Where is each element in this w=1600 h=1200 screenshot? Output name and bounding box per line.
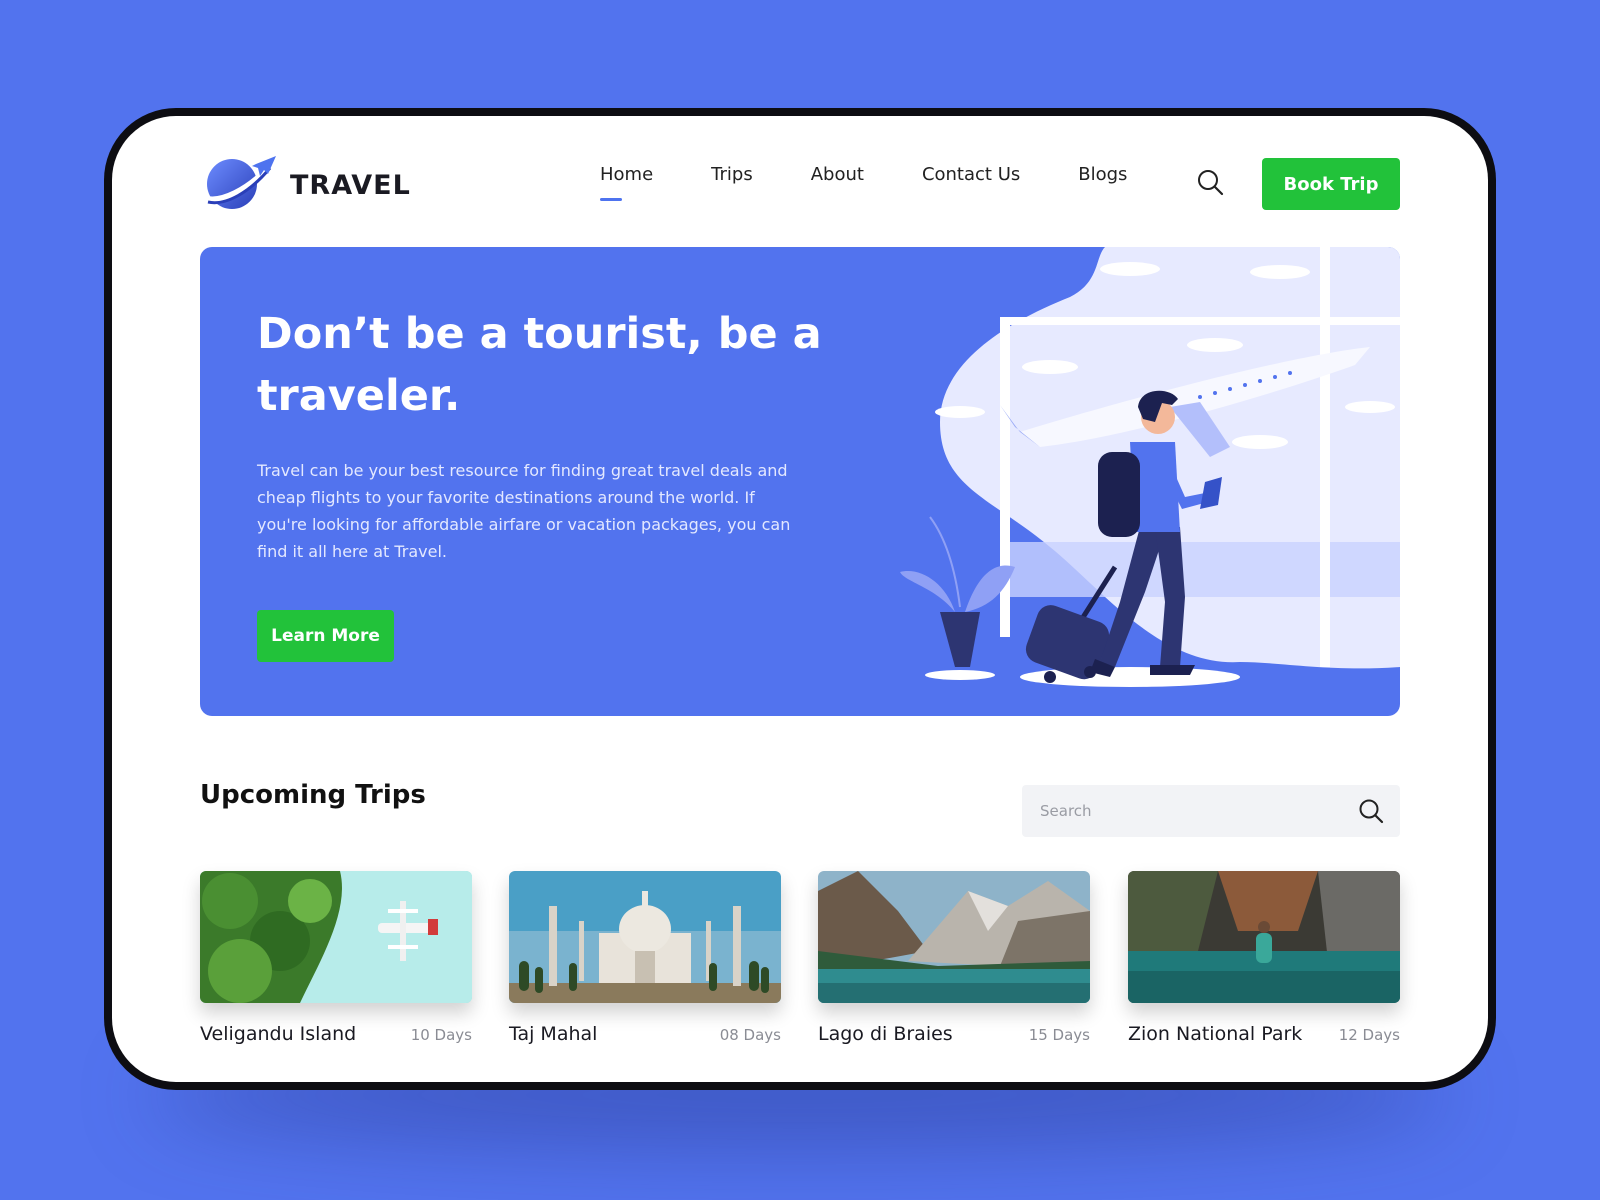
trip-name: Taj Mahal: [509, 1023, 598, 1045]
search-icon[interactable]: [1196, 168, 1224, 196]
device-frame: TRAVEL Home Trips About Contact Us Blogs…: [104, 108, 1496, 1090]
hero-description: Travel can be your best resource for fin…: [257, 461, 791, 561]
trip-name: Lago di Braies: [818, 1023, 953, 1045]
app-screen: TRAVEL Home Trips About Contact Us Blogs…: [112, 116, 1488, 1082]
nav-trips[interactable]: Trips: [711, 164, 753, 185]
nav-about[interactable]: About: [811, 164, 864, 185]
traveler-illustration: [900, 247, 1400, 687]
trip-card[interactable]: Zion National Park 12 Days: [1128, 871, 1400, 1045]
trip-card[interactable]: Lago di Braies 15 Days: [818, 871, 1090, 1045]
learn-more-button[interactable]: Learn More: [257, 610, 394, 662]
trip-image: [1128, 871, 1400, 1003]
nav-home[interactable]: Home: [600, 164, 653, 201]
brand-logo[interactable]: TRAVEL: [200, 154, 411, 216]
trip-card[interactable]: Taj Mahal 08 Days: [509, 871, 781, 1045]
hero-banner: Don’t be a tourist, be a traveler. Trave…: [200, 247, 1400, 716]
trip-duration: 10 Days: [410, 1026, 472, 1044]
trip-image: [200, 871, 472, 1003]
trip-cards: Veligandu Island 10 Days Taj Mahal 08 Da…: [200, 871, 1400, 1071]
book-trip-button[interactable]: Book Trip: [1262, 158, 1400, 210]
upcoming-trips-title: Upcoming Trips: [200, 780, 426, 810]
trip-card[interactable]: Veligandu Island 10 Days: [200, 871, 472, 1045]
trip-image: [818, 871, 1090, 1003]
main-nav: Home Trips About Contact Us Blogs: [600, 164, 1127, 201]
brand-name: TRAVEL: [290, 169, 411, 201]
trip-duration: 15 Days: [1028, 1026, 1090, 1044]
nav-blogs[interactable]: Blogs: [1078, 164, 1127, 185]
trip-duration: 08 Days: [719, 1026, 781, 1044]
trip-duration: 12 Days: [1338, 1026, 1400, 1044]
trip-image: [509, 871, 781, 1003]
trip-name: Zion National Park: [1128, 1023, 1303, 1045]
nav-contact-us[interactable]: Contact Us: [922, 164, 1020, 185]
trip-search: [1022, 785, 1400, 837]
trip-name: Veligandu Island: [200, 1023, 357, 1045]
trip-search-input[interactable]: [1038, 801, 1358, 821]
globe-plane-icon: [202, 156, 276, 209]
hero-title: Don’t be a tourist, be a traveler.: [257, 309, 822, 421]
search-icon[interactable]: [1358, 798, 1384, 824]
